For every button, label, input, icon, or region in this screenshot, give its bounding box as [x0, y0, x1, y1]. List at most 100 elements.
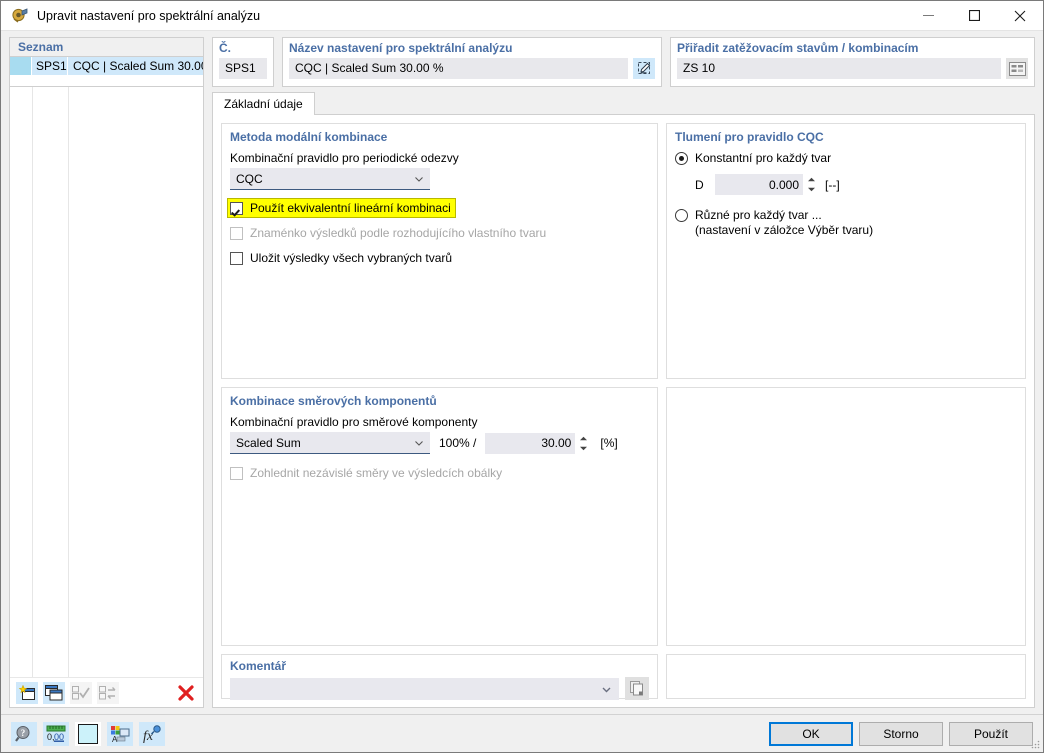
- checkbox-box: [230, 251, 243, 265]
- comment-copy-button[interactable]: [625, 677, 649, 700]
- select-all-button: [70, 681, 92, 704]
- periodic-rule-value: CQC: [236, 171, 263, 186]
- spectral-analysis-icon: [11, 7, 29, 25]
- checkbox-label: Uložit výsledky všech vybraných tvarů: [250, 251, 453, 265]
- comment-value: [230, 678, 619, 682]
- maximize-icon: [968, 10, 980, 21]
- table-select-icon: [1008, 61, 1026, 76]
- number-group-label: Č.: [219, 41, 231, 55]
- list-panel-body[interactable]: [10, 87, 203, 677]
- list-toolbar: [10, 677, 203, 707]
- display-properties-button[interactable]: A: [107, 721, 133, 746]
- maximize-button[interactable]: [951, 1, 997, 30]
- list-item-number: SPS1: [32, 57, 68, 75]
- comment-input[interactable]: [230, 677, 619, 700]
- result-sign-checkbox: Znaménko výsledků podle rozhodujícího vl…: [230, 226, 649, 240]
- color-button[interactable]: [75, 721, 101, 746]
- apply-button[interactable]: Použít: [949, 721, 1033, 746]
- assign-input[interactable]: ZS 10: [677, 58, 1001, 79]
- directional-ratio-input[interactable]: 30.00: [485, 432, 588, 454]
- radio-label-line2: (nastavení v záložce Výběr tvaru): [695, 223, 874, 237]
- independent-directions-checkbox: Zohlednit nezávislé směry ve výsledcích …: [230, 466, 649, 480]
- radio-label-line1: Různé pro každý tvar ...: [695, 208, 822, 222]
- comment-title: Komentář: [230, 659, 287, 673]
- spinner-up-icon: [580, 436, 588, 440]
- list-panel-header: Seznam SPS1 CQC | Scaled Sum 30.00 %: [9, 37, 204, 87]
- list-item-name: CQC | Scaled Sum 30.00 %: [73, 59, 203, 73]
- chevron-down-icon: [415, 176, 423, 182]
- damping-title: Tlumení pro pravidlo CQC: [675, 130, 824, 144]
- radio-circle: [675, 209, 688, 222]
- damping-constant-radio[interactable]: Konstantní pro každý tvar: [675, 151, 1017, 166]
- number-group: Č. SPS1: [212, 37, 274, 87]
- invert-selection-button: [97, 681, 119, 704]
- spinner-arrows[interactable]: [807, 177, 816, 192]
- spinner-down-icon: [580, 446, 588, 450]
- name-group-label: Název nastavení pro spektrální analýzu: [289, 41, 513, 55]
- damping-group: Tlumení pro pravidlo CQC Konstantní pro …: [666, 123, 1026, 379]
- damping-d-input[interactable]: 0.000: [715, 174, 815, 195]
- dialog-window: Upravit nastavení pro spektrální analýzu…: [0, 0, 1044, 753]
- periodic-rule-select[interactable]: CQC: [230, 168, 430, 190]
- svg-text:fx: fx: [143, 729, 154, 743]
- name-edit-button[interactable]: [633, 58, 655, 79]
- new-window-star-icon: [18, 684, 35, 700]
- list-item-color-swatch: [10, 57, 32, 75]
- copy-pages-icon: [629, 681, 643, 696]
- checkbox-box: [230, 226, 243, 240]
- modal-combination-title: Metoda modální kombinace: [230, 130, 388, 144]
- directional-title: Kombinace směrových komponentů: [230, 394, 437, 408]
- directional-ratio-prefix: 100% /: [439, 436, 477, 450]
- use-equivalent-linear-combination-checkbox[interactable]: Použít ekvivalentní lineární kombinaci: [227, 198, 456, 218]
- save-all-shapes-checkbox[interactable]: Uložit výsledky všech vybraných tvarů: [230, 251, 649, 265]
- check-list-icon: [72, 685, 90, 699]
- checkbox-label: Zohlednit nezávislé směry ve výsledcích …: [250, 466, 503, 480]
- ok-button[interactable]: OK: [769, 721, 853, 746]
- name-input[interactable]: CQC | Scaled Sum 30.00 %: [289, 58, 628, 79]
- new-item-button[interactable]: [16, 681, 38, 704]
- modal-combination-group: Metoda modální kombinace Kombinační prav…: [221, 123, 658, 379]
- toggle-list-icon: [99, 685, 116, 699]
- tab-zakladni-udaje[interactable]: Základní údaje: [212, 92, 315, 115]
- list-panel: [9, 87, 204, 708]
- tab-page-zakladni-udaje: Metoda modální kombinace Kombinační prav…: [212, 114, 1035, 708]
- cancel-button[interactable]: Storno: [859, 721, 943, 746]
- assign-picker-button[interactable]: [1006, 58, 1028, 79]
- edit-pencil-icon: [637, 62, 650, 74]
- number-input[interactable]: SPS1: [219, 58, 267, 79]
- damping-d-unit: [--]: [825, 177, 840, 192]
- minimize-icon: [922, 14, 934, 16]
- duplicate-item-button[interactable]: [43, 681, 65, 704]
- delete-item-button[interactable]: [175, 682, 197, 704]
- resize-grip[interactable]: [1030, 739, 1040, 749]
- periodic-rule-label: Kombinační pravidlo pro periodické odezv…: [230, 151, 459, 165]
- chevron-down-icon: [602, 687, 611, 692]
- bottom-bar: ? 0, 00 A fx OK Storno Použít: [1, 714, 1043, 752]
- assign-group-label: Přiřadit zatěžovacím stavům / kombinacím: [677, 41, 919, 55]
- directional-ratio-value: 30.00: [541, 436, 572, 450]
- help-button[interactable]: ?: [11, 721, 37, 746]
- damping-variable-radio[interactable]: Různé pro každý tvar ... (nastavení v zá…: [675, 208, 1017, 238]
- color-swatch-icon: [78, 723, 98, 744]
- checkbox-label: Použít ekvivalentní lineární kombinaci: [250, 201, 451, 215]
- units-button[interactable]: 0, 00: [43, 721, 69, 746]
- radio-circle: [675, 152, 688, 165]
- spinner-up-icon: [808, 177, 815, 182]
- reserved-panel-2: [666, 654, 1026, 699]
- top-fields-row: Seznam SPS1 CQC | Scaled Sum 30.00 % Č. …: [1, 31, 1043, 87]
- checkbox-box: [230, 201, 243, 215]
- checkbox-box: [230, 466, 243, 480]
- copy-windows-icon: [45, 684, 63, 700]
- minimize-button[interactable]: [905, 1, 951, 30]
- close-button[interactable]: [997, 1, 1043, 30]
- spinner-arrows[interactable]: [579, 436, 588, 451]
- list-item[interactable]: SPS1 CQC | Scaled Sum 30.00 %: [10, 57, 203, 75]
- directional-rule-select[interactable]: Scaled Sum: [230, 432, 430, 454]
- name-group: Název nastavení pro spektrální analýzu C…: [282, 37, 662, 87]
- close-icon: [1014, 10, 1026, 21]
- title-bar: Upravit nastavení pro spektrální analýzu: [1, 1, 1043, 31]
- svg-text:?: ?: [21, 728, 26, 738]
- formula-button[interactable]: fx: [139, 721, 165, 746]
- comment-group: Komentář: [221, 654, 658, 700]
- damping-d-label: D: [695, 177, 704, 192]
